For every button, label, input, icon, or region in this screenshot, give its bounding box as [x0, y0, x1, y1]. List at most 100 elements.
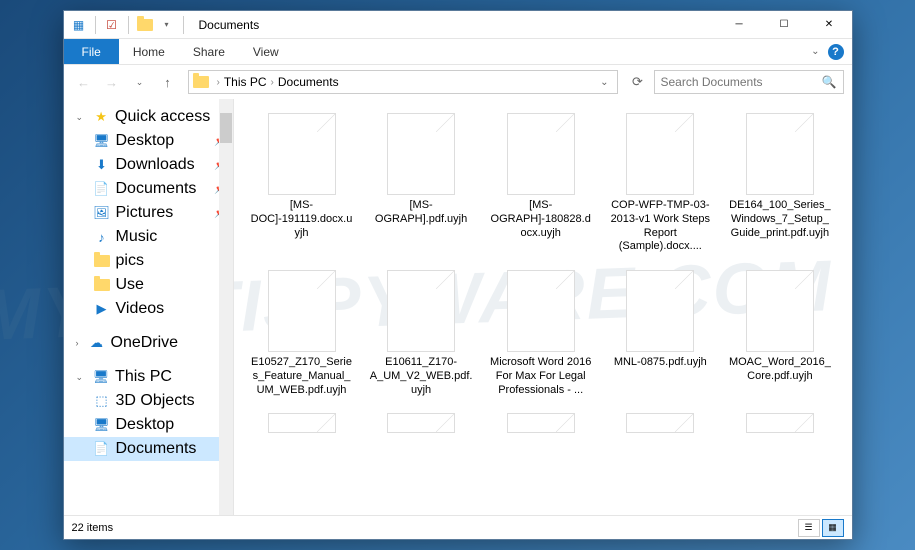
explorer-window: MYANTISPYWARE.COM ▦ ☑ ▾ Documents ─ ☐ ✕ …: [63, 10, 853, 540]
properties-icon[interactable]: ▦: [70, 16, 88, 34]
file-thumbnail-icon: [268, 113, 336, 195]
file-thumbnail-icon: [268, 413, 336, 433]
sidebar-item-videos[interactable]: ▶Videos: [64, 297, 233, 321]
sidebar-item-pics[interactable]: pics: [64, 249, 233, 273]
file-thumbnail-icon: [626, 413, 694, 433]
breadcrumb[interactable]: › This PC › Documents ⌄: [188, 70, 618, 94]
sidebar-quick-access[interactable]: ⌄ ★ Quick access: [64, 105, 233, 129]
file-item[interactable]: MNL-0875.pdf.uyjh: [604, 266, 716, 401]
expand-icon[interactable]: ›: [76, 338, 79, 348]
tab-home[interactable]: Home: [119, 39, 179, 64]
file-item[interactable]: Microsoft Word 2016 For Max For Legal Pr…: [485, 266, 597, 401]
file-item[interactable]: [724, 409, 836, 441]
navigation-pane: ⌄ ★ Quick access 🖥Desktop📌 ⬇Downloads📌 📄…: [64, 99, 234, 515]
documents-icon: 📄: [94, 181, 110, 197]
minimize-button[interactable]: ─: [717, 11, 762, 39]
quick-access-toolbar: ▦ ☑ ▾: [64, 16, 193, 34]
this-pc-icon: 🖥: [93, 369, 109, 385]
documents-icon: 📄: [94, 441, 110, 457]
sidebar-this-pc[interactable]: ⌄ 🖥 This PC: [64, 365, 233, 389]
files-pane[interactable]: [MS-DOC]-191119.docx.uyjh [MS-OGRAPH].pdf…: [234, 99, 852, 515]
search-input[interactable]: [661, 75, 822, 89]
breadcrumb-dropdown-icon[interactable]: ⌄: [596, 77, 612, 88]
file-item[interactable]: [246, 409, 358, 441]
qat-dropdown-icon[interactable]: ▾: [158, 16, 176, 34]
breadcrumb-segment[interactable]: Documents: [278, 75, 339, 89]
expand-icon[interactable]: ⌄: [76, 372, 84, 383]
file-name: MOAC_Word_2016_Core.pdf.uyjh: [728, 356, 832, 384]
separator: [183, 16, 184, 34]
scrollbar-thumb[interactable]: [220, 113, 232, 143]
tab-view[interactable]: View: [239, 39, 293, 64]
back-button[interactable]: ←: [72, 70, 96, 94]
file-name: DE164_100_Series_Windows_7_Setup_Guide_p…: [728, 199, 832, 240]
sidebar-item-label: Downloads: [116, 156, 195, 174]
file-item[interactable]: COP-WFP-TMP-03-2013-v1 Work Steps Report…: [604, 109, 716, 258]
file-name: [MS-OGRAPH].pdf.uyjh: [369, 199, 473, 227]
file-name: E10527_Z170_Series_Feature_Manual_UM_WEB…: [250, 356, 354, 397]
window-controls: ─ ☐ ✕: [717, 11, 852, 39]
file-name: MNL-0875.pdf.uyjh: [614, 356, 707, 370]
star-icon: ★: [93, 109, 109, 125]
chevron-down-icon[interactable]: ⌄: [811, 46, 819, 57]
file-item[interactable]: DE164_100_Series_Windows_7_Setup_Guide_p…: [724, 109, 836, 258]
file-item[interactable]: E10527_Z170_Series_Feature_Manual_UM_WEB…: [246, 266, 358, 401]
files-grid: [MS-DOC]-191119.docx.uyjh [MS-OGRAPH].pdf…: [246, 109, 840, 441]
icons-view-button[interactable]: ▦: [822, 519, 844, 537]
sidebar-item-desktop[interactable]: 🖥Desktop📌: [64, 129, 233, 153]
file-item[interactable]: E10611_Z170-A_UM_V2_WEB.pdf.uyjh: [365, 266, 477, 401]
up-button[interactable]: ↑: [156, 70, 180, 94]
desktop-icon: 🖥: [94, 133, 110, 149]
sidebar-item-downloads[interactable]: ⬇Downloads📌: [64, 153, 233, 177]
item-count: 22 items: [72, 522, 114, 534]
file-thumbnail-icon: [268, 270, 336, 352]
expand-icon[interactable]: ⌄: [76, 112, 84, 123]
search-box[interactable]: 🔍: [654, 70, 844, 94]
file-thumbnail-icon: [387, 270, 455, 352]
folder-icon: [94, 253, 110, 269]
sidebar-item-label: OneDrive: [111, 334, 179, 352]
file-item[interactable]: [MS-OGRAPH].pdf.uyjh: [365, 109, 477, 258]
titlebar: ▦ ☑ ▾ Documents ─ ☐ ✕: [64, 11, 852, 39]
file-item[interactable]: [485, 409, 597, 441]
breadcrumb-segment[interactable]: This PC: [224, 75, 267, 89]
file-item[interactable]: MOAC_Word_2016_Core.pdf.uyjh: [724, 266, 836, 401]
onedrive-icon: ☁: [89, 335, 105, 351]
sidebar-item-label: This PC: [115, 368, 172, 386]
chevron-right-icon: ›: [217, 77, 220, 88]
sidebar-scrollbar[interactable]: [219, 99, 233, 515]
sidebar-item-label: Videos: [116, 300, 165, 318]
checkbox-icon[interactable]: ☑: [103, 16, 121, 34]
help-icon[interactable]: ?: [828, 44, 844, 60]
search-icon[interactable]: 🔍: [822, 75, 837, 89]
refresh-button[interactable]: ⟳: [626, 70, 650, 94]
details-view-button[interactable]: ☰: [798, 519, 820, 537]
sidebar-item-pictures[interactable]: 🖼Pictures📌: [64, 201, 233, 225]
separator: [128, 16, 129, 34]
pictures-icon: 🖼: [94, 205, 110, 221]
file-thumbnail-icon: [746, 413, 814, 433]
sidebar-item-use[interactable]: Use: [64, 273, 233, 297]
close-button[interactable]: ✕: [807, 11, 852, 39]
tab-share[interactable]: Share: [179, 39, 239, 64]
sidebar-item-music[interactable]: ♪Music: [64, 225, 233, 249]
forward-button[interactable]: →: [100, 70, 124, 94]
file-thumbnail-icon: [626, 270, 694, 352]
recent-dropdown-icon[interactable]: ⌄: [128, 70, 152, 94]
file-name: COP-WFP-TMP-03-2013-v1 Work Steps Report…: [608, 199, 712, 254]
file-item[interactable]: [MS-DOC]-191119.docx.uyjh: [246, 109, 358, 258]
sidebar-item-3d-objects[interactable]: ⬚3D Objects: [64, 389, 233, 413]
sidebar-onedrive[interactable]: › ☁ OneDrive: [64, 331, 233, 355]
window-title: Documents: [199, 18, 260, 32]
folder-icon: [136, 16, 154, 34]
file-item[interactable]: [604, 409, 716, 441]
ribbon-tabs: File Home Share View ⌄ ?: [64, 39, 852, 65]
file-item[interactable]: [MS-OGRAPH]-180828.docx.uyjh: [485, 109, 597, 258]
file-tab[interactable]: File: [64, 39, 119, 64]
file-item[interactable]: [365, 409, 477, 441]
maximize-button[interactable]: ☐: [762, 11, 807, 39]
sidebar-item-documents[interactable]: 📄Documents📌: [64, 177, 233, 201]
sidebar-item-label: Use: [116, 276, 144, 294]
sidebar-item-desktop[interactable]: 🖥Desktop: [64, 413, 233, 437]
sidebar-item-documents[interactable]: 📄Documents: [64, 437, 233, 461]
